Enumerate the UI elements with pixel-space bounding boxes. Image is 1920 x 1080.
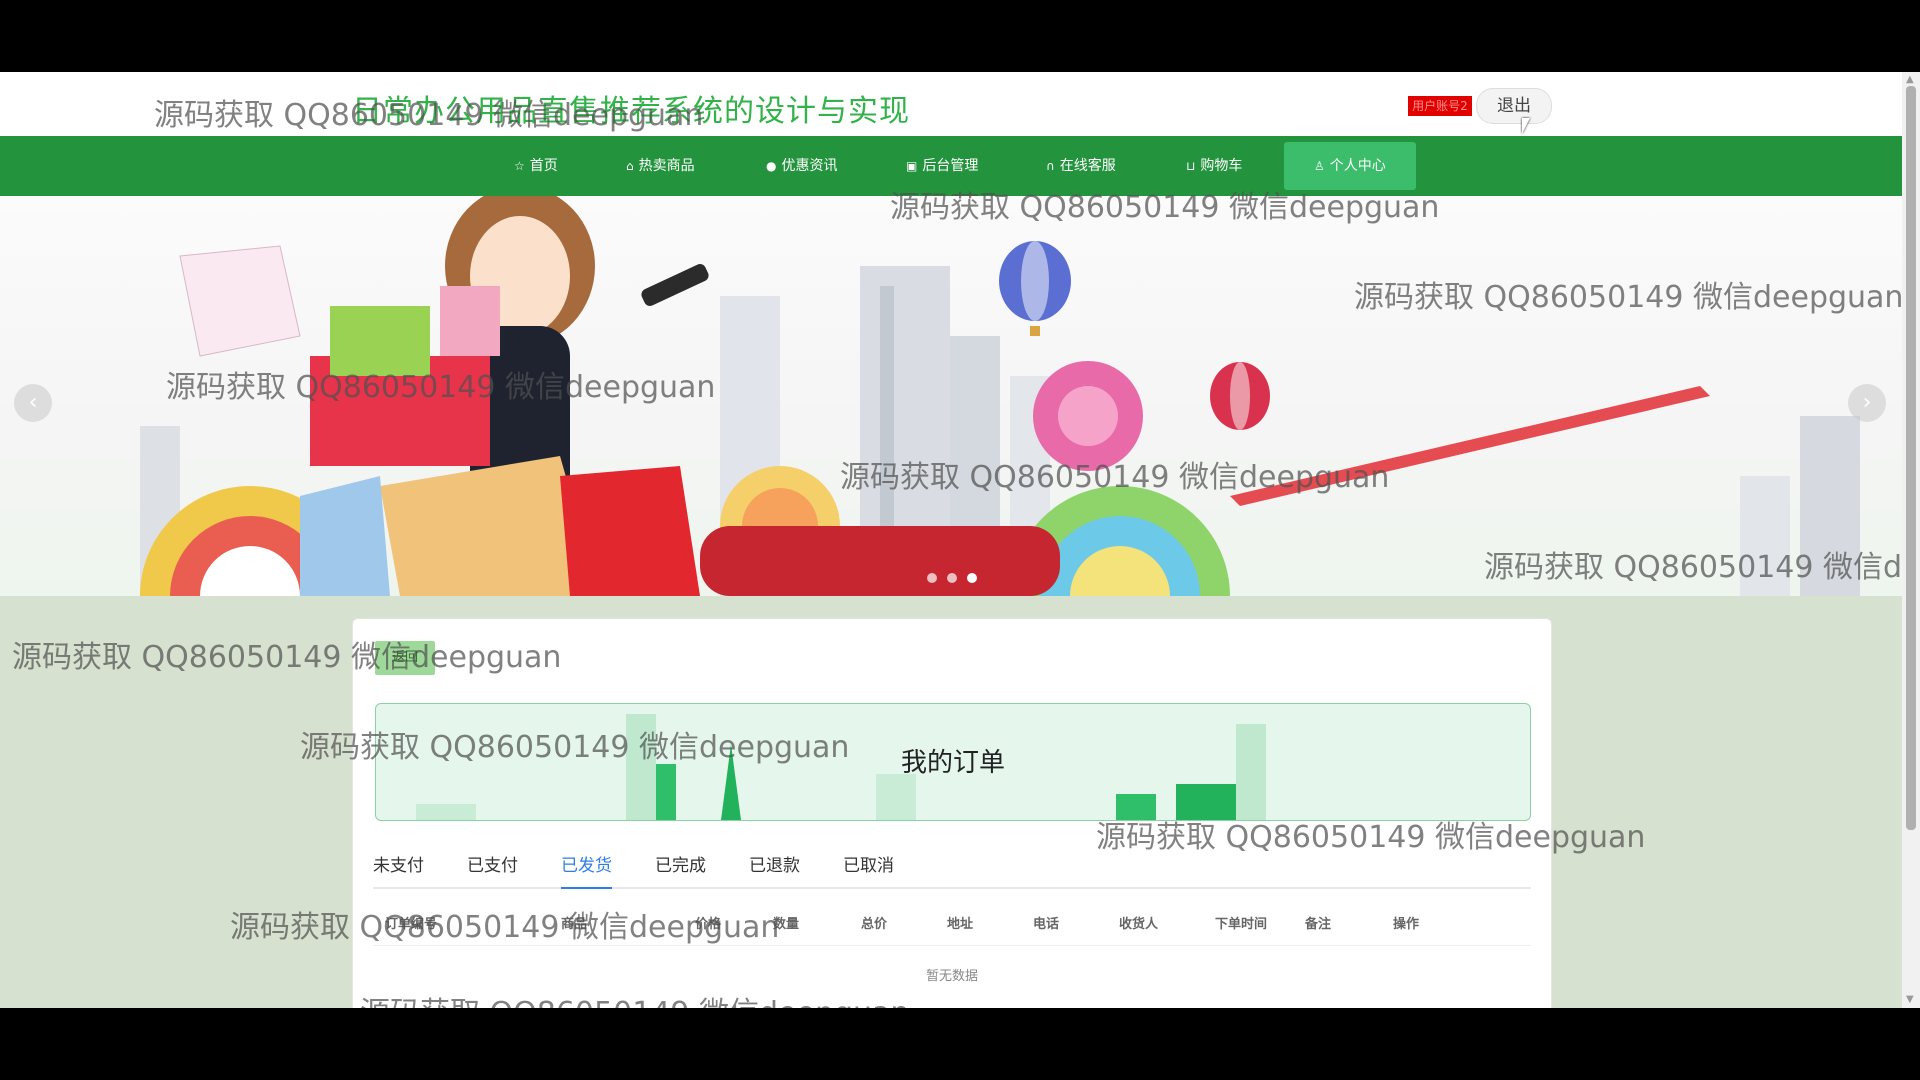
carousel-dot-active[interactable] (967, 573, 977, 583)
orders-title-banner: 我的订单 (375, 703, 1531, 821)
headset-icon: ∩ (1046, 159, 1055, 173)
user-badge[interactable]: 用户账号2 (1408, 96, 1472, 116)
decorative-flower-center (1058, 386, 1118, 446)
user-icon: ♙ (1314, 159, 1325, 173)
carousel-banner: ‹ › (0, 196, 1902, 596)
header: 日常办公用品直售推荐系统的设计与实现 用户账号2 退出 (0, 72, 1902, 136)
star-icon: ☆ (514, 159, 525, 173)
column-header: 价格 (695, 917, 722, 932)
tab-shipped[interactable]: 已发货 (561, 851, 612, 889)
carousel-prev-button[interactable]: ‹ (14, 384, 52, 422)
column-header: 下单时间 (1215, 917, 1268, 932)
vertical-scrollbar[interactable]: ▲ ▼ (1902, 72, 1920, 1008)
column-header: 操作 (1393, 917, 1420, 932)
column-header: 地址 (947, 917, 974, 932)
tab-refunded[interactable]: 已退款 (749, 851, 800, 887)
cart-icon: ⊔ (1186, 159, 1196, 173)
tab-unpaid[interactable]: 未支付 (373, 851, 424, 887)
dress-illustration (179, 245, 301, 357)
page: 日常办公用品直售推荐系统的设计与实现 用户账号2 退出 ☆ 首页 ⌂ 热卖商品 ● 优… (0, 72, 1902, 1008)
logout-button[interactable]: 退出 (1476, 88, 1552, 124)
tab-completed[interactable]: 已完成 (655, 851, 706, 887)
admin-icon: ▣ (906, 159, 918, 173)
scroll-down-icon[interactable]: ▼ (1906, 994, 1914, 1005)
column-header: 收货人 (1119, 917, 1159, 932)
mouse-cursor-icon (1522, 118, 1530, 134)
scrollbar-thumb[interactable] (1906, 86, 1916, 830)
nav-label: 首页 (529, 158, 558, 174)
empty-state: 暂无数据 (925, 969, 978, 984)
browser-viewport: 日常办公用品直售推荐系统的设计与实现 用户账号2 退出 ☆ 首页 ⌂ 热卖商品 ● 优… (0, 72, 1920, 1008)
carousel-indicators (922, 568, 982, 587)
orders-table-header: 订单编号 商品 价格 数量 总价 地址 电话 收货人 下单时间 备注 操作 (373, 899, 1531, 946)
nav-item-customer-service[interactable]: ∩ 在线客服 (1046, 136, 1116, 196)
lipstick-illustration (641, 264, 709, 306)
info-icon: ● (766, 159, 777, 173)
orders-panel: 返回 我的订单 未支付 已支付 已发货 已完成 已退款 已取消 订单编号 商品 … (352, 618, 1552, 1008)
nav-item-admin[interactable]: ▣ 后台管理 (906, 136, 978, 196)
decorative-streak (1230, 386, 1710, 506)
nav-label: 热卖商品 (638, 158, 695, 174)
column-header: 数量 (773, 917, 800, 932)
order-status-tabs: 未支付 已支付 已发货 已完成 已退款 已取消 (373, 851, 1531, 889)
nav-item-cart[interactable]: ⊔ 购物车 (1186, 136, 1242, 196)
tab-paid[interactable]: 已支付 (467, 851, 518, 887)
carousel-next-button[interactable]: › (1848, 384, 1886, 422)
shopping-woman (300, 196, 700, 596)
carousel-dot[interactable] (947, 573, 957, 583)
nav-item-home[interactable]: ☆ 首页 (514, 136, 558, 196)
column-header: 备注 (1305, 917, 1332, 932)
nav-label: 优惠资讯 (781, 158, 838, 174)
main-nav: ☆ 首页 ⌂ 热卖商品 ● 优惠资讯 ▣ 后台管理 ∩ 在线客服 ⊔ 购物车 ♙ 个人中心 (0, 136, 1902, 196)
site-title: 日常办公用品直售推荐系统的设计与实现 (352, 94, 910, 129)
balloon-blue (999, 241, 1071, 336)
column-header: 电话 (1033, 917, 1060, 932)
nav-item-user-center[interactable]: ♙ 个人中心 (1284, 142, 1416, 190)
banner-illustration (140, 196, 1860, 596)
balloon-red (1210, 362, 1270, 430)
shop-icon: ⌂ (626, 159, 634, 173)
scroll-up-icon[interactable]: ▲ (1906, 74, 1914, 85)
nav-item-hot-products[interactable]: ⌂ 热卖商品 (626, 136, 695, 196)
column-header: 订单编号 (385, 917, 438, 932)
nav-label: 后台管理 (922, 158, 979, 174)
column-header: 总价 (861, 917, 888, 932)
column-header: 商品 (561, 917, 588, 932)
car-illustration (700, 526, 1060, 596)
nav-item-promotions[interactable]: ● 优惠资讯 (766, 136, 837, 196)
nav-label: 购物车 (1200, 158, 1243, 174)
orders-title: 我的订单 (900, 748, 1005, 778)
nav-label: 个人中心 (1329, 158, 1386, 174)
back-button[interactable]: 返回 (375, 641, 435, 675)
carousel-dot[interactable] (927, 573, 937, 583)
tab-cancelled[interactable]: 已取消 (843, 851, 894, 887)
nav-label: 在线客服 (1059, 158, 1116, 174)
